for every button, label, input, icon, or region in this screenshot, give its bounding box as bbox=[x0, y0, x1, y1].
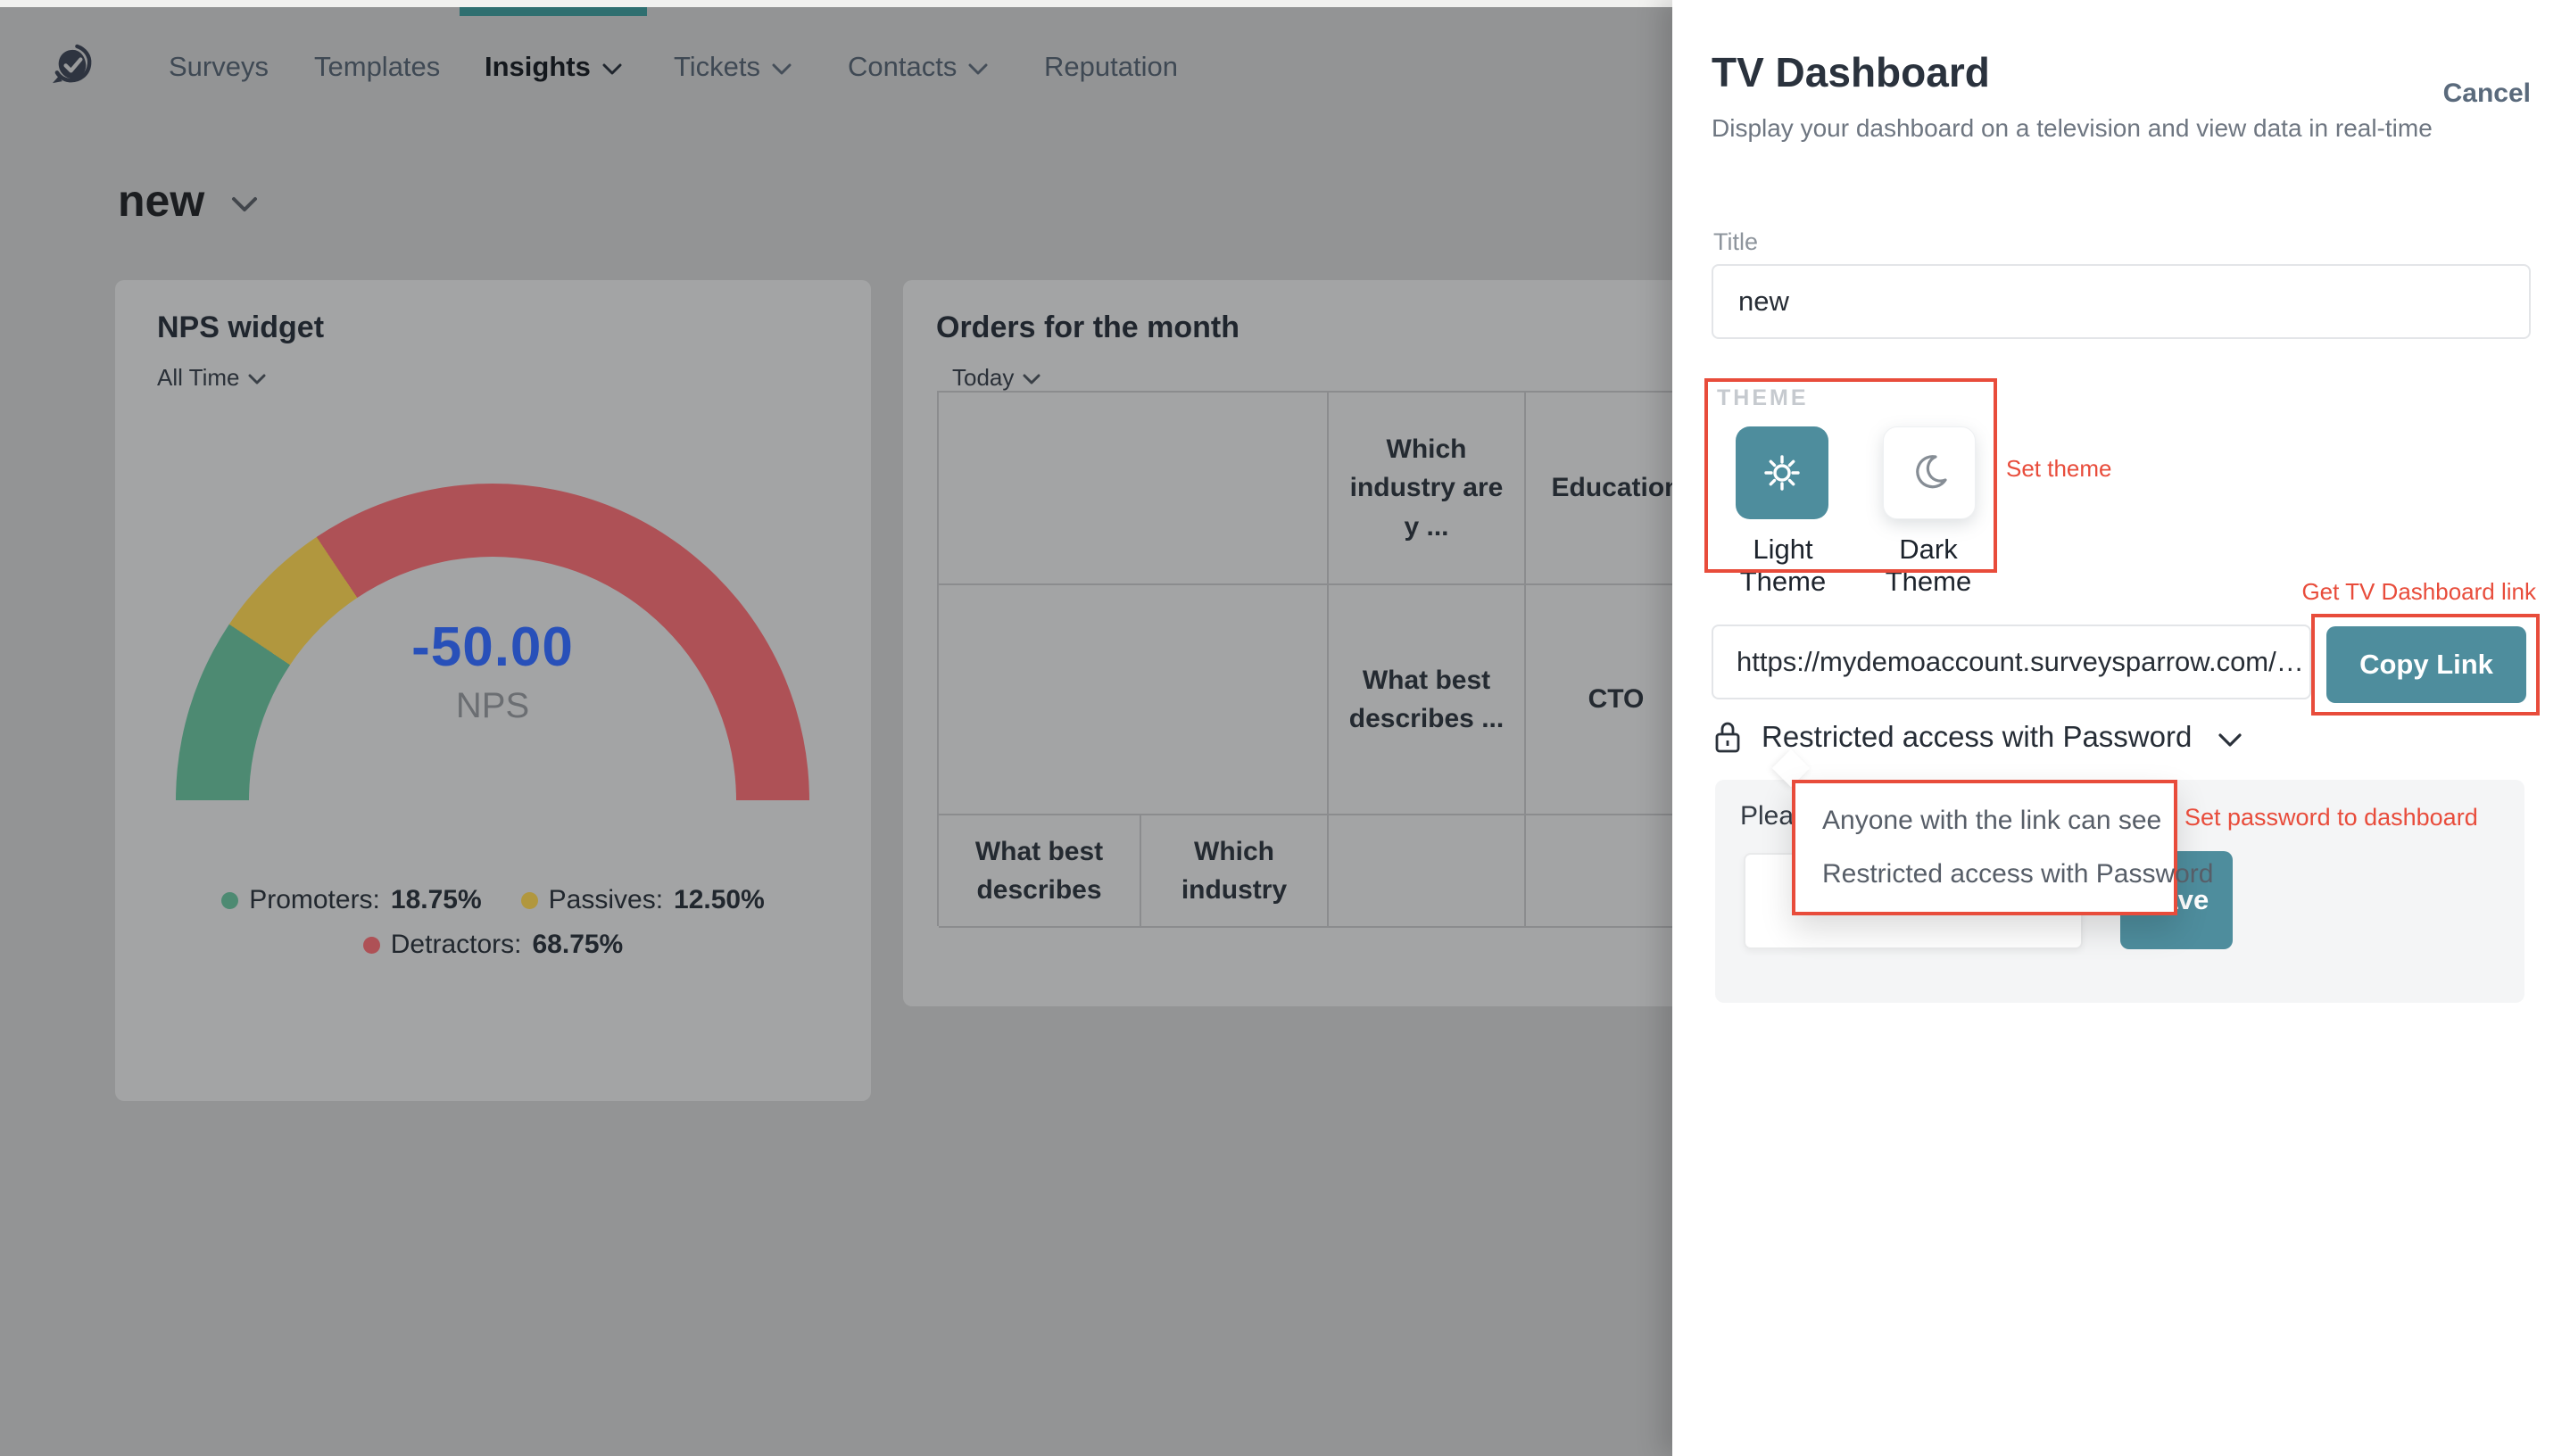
chevron-down-icon bbox=[968, 63, 988, 75]
access-mode-dropdown[interactable]: Restricted access with Password bbox=[1713, 719, 2242, 755]
password-prompt-label: Plea bbox=[1740, 801, 1794, 831]
nav-item-contacts[interactable]: Contacts bbox=[848, 51, 988, 83]
table-header-cell: Which industry bbox=[1141, 815, 1329, 928]
light-theme-option[interactable] bbox=[1736, 426, 1828, 519]
access-options-dropdown: Anyone with the link can see Restricted … bbox=[1792, 780, 2177, 915]
widget-title: Orders for the month bbox=[936, 310, 1239, 345]
nav-item-insights[interactable]: Insights bbox=[485, 51, 622, 83]
table-cell-empty bbox=[939, 585, 1329, 815]
legend-item-promoters: Promoters: 18.75% bbox=[221, 885, 481, 915]
nav-item-tickets[interactable]: Tickets bbox=[674, 51, 792, 83]
chevron-down-icon bbox=[1023, 374, 1040, 385]
table-header-cell: What best describes bbox=[939, 815, 1141, 928]
table-cell-empty bbox=[1329, 815, 1526, 928]
nps-legend: Promoters: 18.75% Passives: 12.50% Detra… bbox=[115, 885, 871, 960]
legend-item-detractors: Detractors: 68.75% bbox=[363, 930, 623, 960]
table-cell: Which industry are y ... bbox=[1329, 393, 1526, 585]
tv-dashboard-link-input[interactable]: https://mydemoaccount.surveysparrow.com/… bbox=[1712, 625, 2311, 699]
sun-icon bbox=[1757, 448, 1807, 498]
nps-score-value: -50.00 bbox=[176, 616, 809, 679]
access-mode-label: Restricted access with Password bbox=[1762, 720, 2192, 754]
dropdown-option-restricted[interactable]: Restricted access with Password bbox=[1822, 859, 2174, 889]
dark-theme-option[interactable] bbox=[1883, 426, 1976, 519]
nav-label: Reputation bbox=[1044, 51, 1178, 83]
annotation-set-password: Set password to dashboard bbox=[2184, 804, 2478, 831]
chevron-down-icon bbox=[2218, 733, 2242, 747]
copy-link-button[interactable]: Copy Link bbox=[2326, 626, 2526, 703]
screen: Surveys Templates Insights Tickets Conta… bbox=[0, 0, 2570, 1456]
dark-theme-label: Dark Theme bbox=[1861, 534, 1995, 598]
passives-dot-icon bbox=[521, 892, 538, 909]
period-label: All Time bbox=[157, 364, 239, 392]
nps-period-dropdown[interactable]: All Time bbox=[157, 364, 266, 392]
promoters-dot-icon bbox=[221, 892, 238, 909]
legend-value: 12.50% bbox=[674, 885, 765, 915]
nav-label: Tickets bbox=[674, 51, 760, 83]
detractors-dot-icon bbox=[363, 937, 380, 954]
nav-item-templates[interactable]: Templates bbox=[314, 51, 440, 83]
period-label: Today bbox=[952, 364, 1014, 392]
panel-description: Display your dashboard on a television a… bbox=[1712, 114, 2433, 143]
active-tab-indicator bbox=[460, 7, 647, 16]
chevron-down-icon bbox=[602, 63, 622, 75]
orders-period-dropdown[interactable]: Today bbox=[952, 364, 1040, 392]
nav-label: Templates bbox=[314, 51, 440, 83]
moon-icon bbox=[1906, 450, 1952, 496]
nps-gauge-chart: -50.00 NPS bbox=[176, 484, 809, 800]
surveysparrow-logo-icon[interactable] bbox=[52, 43, 94, 87]
nav-label: Contacts bbox=[848, 51, 957, 83]
legend-label: Promoters: bbox=[249, 885, 380, 915]
dashboard-title: new bbox=[118, 175, 204, 227]
annotation-set-theme: Set theme bbox=[2006, 455, 2112, 483]
title-field-label: Title bbox=[1713, 228, 1758, 256]
orders-widget-card: Orders for the month Today Which industr… bbox=[903, 280, 1706, 1006]
dashboard-title-dropdown[interactable]: new bbox=[118, 175, 258, 227]
legend-value: 18.75% bbox=[391, 885, 482, 915]
chevron-down-icon bbox=[231, 196, 258, 212]
theme-section-label: THEME bbox=[1717, 385, 1809, 411]
nav-item-reputation[interactable]: Reputation bbox=[1044, 51, 1178, 83]
legend-label: Detractors: bbox=[391, 930, 522, 960]
chevron-down-icon bbox=[772, 63, 792, 75]
cancel-button[interactable]: Cancel bbox=[2443, 79, 2531, 109]
legend-item-passives: Passives: 12.50% bbox=[521, 885, 765, 915]
nav-label: Surveys bbox=[169, 51, 269, 83]
annotation-get-link: Get TV Dashboard link bbox=[2301, 578, 2536, 606]
orders-table: Which industry are y ... Education What … bbox=[937, 391, 1706, 926]
legend-label: Passives: bbox=[549, 885, 663, 915]
tv-dashboard-panel: TV Dashboard Cancel Display your dashboa… bbox=[1672, 0, 2570, 1456]
light-theme-label: Light Theme bbox=[1712, 534, 1854, 598]
table-cell-empty bbox=[939, 393, 1329, 585]
nav-label: Insights bbox=[485, 51, 591, 83]
chevron-down-icon bbox=[248, 374, 266, 385]
legend-value: 68.75% bbox=[532, 930, 623, 960]
nps-score-label: NPS bbox=[176, 686, 809, 726]
nav-item-surveys[interactable]: Surveys bbox=[169, 51, 269, 83]
title-input[interactable]: new bbox=[1712, 264, 2531, 339]
dropdown-option-anyone[interactable]: Anyone with the link can see bbox=[1822, 806, 2174, 836]
panel-title: TV Dashboard bbox=[1712, 48, 1990, 96]
table-cell: What best describes ... bbox=[1329, 585, 1526, 815]
nps-widget-card: NPS widget All Time -50.00 NPS Promoters… bbox=[115, 280, 871, 1101]
widget-title: NPS widget bbox=[157, 310, 324, 345]
lock-icon bbox=[1713, 719, 1742, 755]
